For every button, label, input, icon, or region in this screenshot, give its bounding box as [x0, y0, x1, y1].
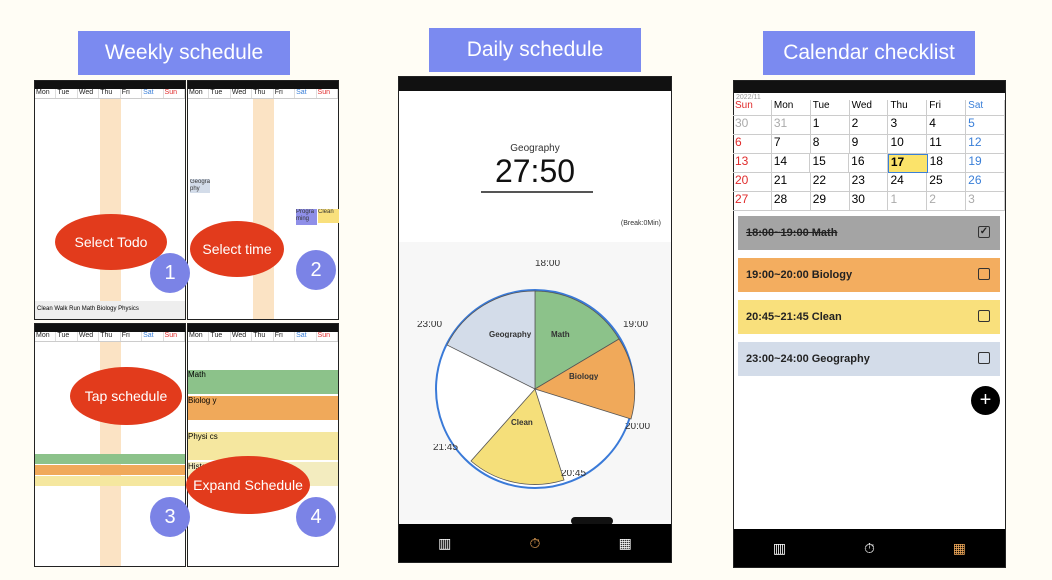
timer-icon[interactable]: ⏱: [530, 535, 541, 552]
step-2: 2: [296, 250, 336, 290]
select-time-bubble: Select time: [190, 221, 284, 277]
timer-display: 27:50: [494, 153, 576, 189]
time-1900: 19:00: [623, 321, 649, 328]
daily-phone: Geography 27:50 (Break:0Min) Math Biolog…: [398, 76, 672, 563]
time-2045: 20:45: [561, 470, 587, 477]
todo-item[interactable]: 19:00~20:00 Biology: [738, 258, 1000, 292]
calendar-week[interactable]: 27 28 29 30 1 2 3: [733, 192, 1006, 211]
clean-label: Clean: [511, 419, 533, 426]
time-2145: 21:45: [433, 444, 459, 451]
step-3: 3: [150, 497, 190, 537]
select-todo-bubble: Select Todo: [55, 214, 167, 270]
schedule-block[interactable]: Progra ming: [296, 209, 317, 225]
schedule-block[interactable]: Geogra phy: [190, 179, 210, 193]
calendar-week[interactable]: 20 21 22 23 24 25 26: [733, 173, 1006, 192]
geography-label: Geography: [489, 331, 532, 338]
biology-row[interactable]: Biolog y: [188, 396, 338, 420]
table-icon[interactable]: ▥: [773, 540, 786, 557]
weekday-header: Mon Tue Wed Thu Fri Sat Sun: [35, 89, 185, 99]
step-1: 1: [150, 253, 190, 293]
daily-schedule-header: Daily schedule: [429, 28, 641, 72]
biology-label: Biology: [569, 373, 599, 380]
bottom-nav: ▥ ⏱ ▦: [399, 524, 671, 562]
todo-item[interactable]: 18:00~19:00 Math ✓: [738, 216, 1000, 250]
weekday-header: Mon Tue Wed Thu Fri Sat Sun: [188, 332, 338, 342]
todo-palette[interactable]: Clean Walk Run Math Biology Physics: [35, 301, 185, 319]
weekly-schedule-header: Weekly schedule: [78, 31, 290, 75]
todo-checkbox[interactable]: [978, 310, 990, 322]
todo-item[interactable]: 20:45~21:45 Clean: [738, 300, 1000, 334]
calendar-checklist-header: Calendar checklist: [763, 31, 975, 75]
math-row[interactable]: Math: [188, 370, 338, 394]
tap-schedule-bubble: Tap schedule: [70, 367, 182, 425]
expand-schedule-bubble: Expand Schedule: [186, 456, 310, 514]
time-2000: 20:00: [625, 423, 651, 430]
today-cell: 17: [887, 154, 928, 173]
todo-checkbox[interactable]: [978, 268, 990, 280]
timer-icon[interactable]: ⏱: [864, 540, 875, 557]
weekday-header: Mon Tue Wed Thu Fri Sat Sun: [35, 332, 185, 342]
calendar-week[interactable]: 6 7 8 9 10 11 12: [733, 135, 1006, 154]
time-1800: 18:00: [535, 260, 561, 267]
weekday-header: Mon Tue Wed Thu Fri Sat Sun: [188, 89, 338, 99]
step-4: 4: [296, 497, 336, 537]
calendar-grid: Sun Mon Tue Wed Thu Fri Sat 30 31 1 2 3 4 5 6 7 8 9 10 11…: [733, 100, 1006, 211]
todo-checkbox[interactable]: ✓: [978, 226, 990, 238]
math-label: Math: [551, 331, 570, 338]
daily-pie[interactable]: [399, 239, 673, 529]
todo-checkbox[interactable]: [978, 352, 990, 364]
add-button[interactable]: +: [971, 386, 1000, 415]
physics-row[interactable]: Physi cs: [188, 432, 338, 460]
time-2300: 23:00: [417, 321, 443, 328]
calendar-icon[interactable]: ▦: [953, 540, 966, 557]
calendar-week[interactable]: 13 14 15 16 17 18 19: [733, 154, 1006, 173]
todo-item[interactable]: 23:00~24:00 Geography: [738, 342, 1000, 376]
schedule-block[interactable]: Clean: [318, 209, 339, 223]
bottom-nav: ▥ ⏱ ▦: [734, 529, 1005, 567]
calendar-week[interactable]: 30 31 1 2 3 4 5: [733, 116, 1006, 135]
table-icon[interactable]: ▥: [438, 535, 451, 552]
break-label: (Break:0Min): [620, 220, 661, 227]
calendar-icon[interactable]: ▦: [619, 535, 632, 552]
